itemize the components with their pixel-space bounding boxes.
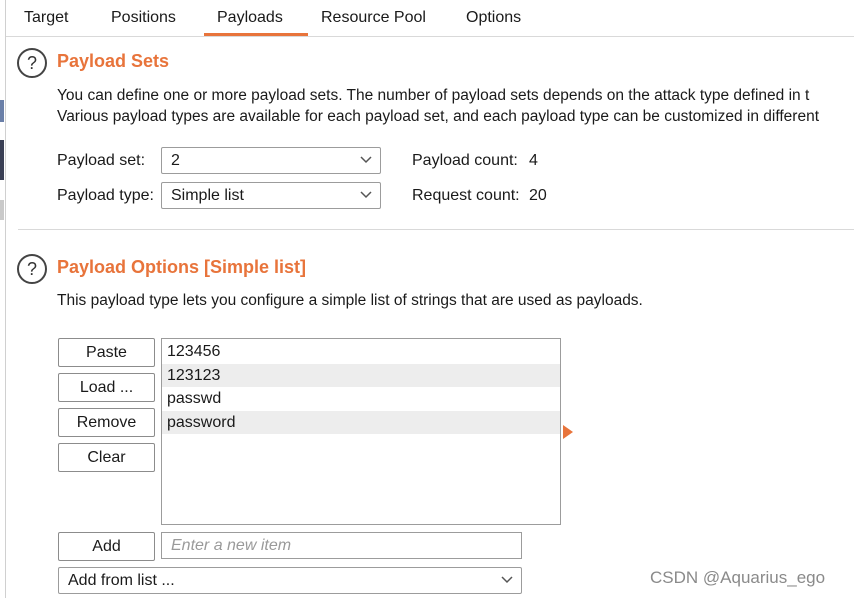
active-tab-indicator	[204, 33, 308, 36]
tab-target[interactable]: Target	[24, 0, 68, 36]
add-from-list-value: Add from list ...	[68, 572, 175, 589]
payload-count-label: Payload count:	[412, 152, 518, 169]
tab-resource-pool[interactable]: Resource Pool	[321, 0, 426, 36]
tab-payloads[interactable]: Payloads	[217, 0, 283, 36]
request-count-value: 20	[529, 187, 547, 204]
payload-count-value: 4	[529, 152, 538, 169]
expand-arrow-icon[interactable]	[563, 425, 573, 439]
edge-artifact	[0, 140, 4, 180]
request-count-label: Request count:	[412, 187, 520, 204]
list-item[interactable]: 123123	[162, 363, 560, 387]
paste-button[interactable]: Paste	[58, 338, 155, 367]
add-button[interactable]: Add	[58, 532, 155, 561]
payload-type-label: Payload type:	[57, 187, 154, 204]
payload-set-select[interactable]: 2	[161, 147, 381, 174]
tab-options[interactable]: Options	[466, 0, 521, 36]
payload-sets-description-line1: You can define one or more payload sets.…	[57, 87, 810, 104]
payload-set-label: Payload set:	[57, 152, 146, 169]
chevron-down-icon	[360, 156, 372, 164]
load-button[interactable]: Load ...	[58, 373, 155, 402]
help-icon[interactable]: ?	[17, 254, 47, 284]
remove-button[interactable]: Remove	[58, 408, 155, 437]
tab-positions[interactable]: Positions	[111, 0, 176, 36]
list-item[interactable]: 123456	[162, 340, 560, 364]
edge-artifact	[0, 200, 4, 220]
payload-sets-title: Payload Sets	[57, 51, 170, 71]
chevron-down-icon	[360, 191, 372, 199]
window-edge	[0, 0, 6, 598]
payload-set-value: 2	[171, 152, 180, 169]
help-icon[interactable]: ?	[17, 48, 47, 78]
payload-options-title: Payload Options [Simple list]	[57, 257, 307, 277]
list-item[interactable]: password	[162, 410, 560, 434]
payload-sets-description-line2: Various payload types are available for …	[57, 108, 819, 125]
section-divider	[18, 229, 854, 230]
edge-artifact	[0, 100, 4, 122]
tab-bar: Target Positions Payloads Resource Pool …	[6, 0, 854, 37]
chevron-down-icon	[501, 576, 513, 584]
watermark: CSDN @Aquarius_ego	[650, 568, 826, 587]
new-item-input[interactable]	[161, 532, 522, 559]
payload-type-select[interactable]: Simple list	[161, 182, 381, 209]
payload-options-description: This payload type lets you configure a s…	[57, 292, 643, 309]
payload-type-value: Simple list	[171, 187, 244, 204]
add-from-list-select[interactable]: Add from list ...	[58, 567, 522, 594]
list-item[interactable]: passwd	[162, 387, 560, 411]
payload-list[interactable]: 123456 123123 passwd password	[161, 338, 561, 525]
clear-button[interactable]: Clear	[58, 443, 155, 472]
